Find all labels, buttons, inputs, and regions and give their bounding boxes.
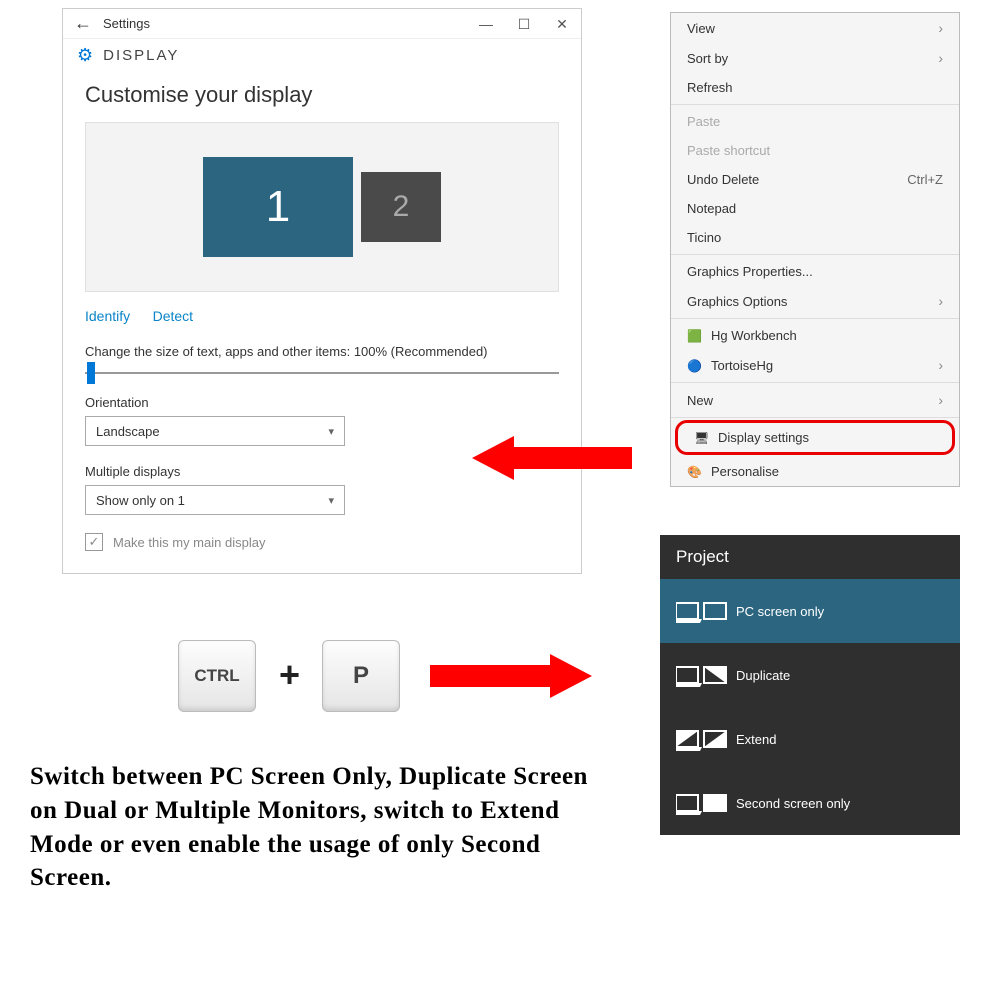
p-key: P [322, 640, 400, 712]
window-title: Settings [103, 16, 467, 31]
pc-screen-only-icon [676, 597, 718, 625]
monitor-2[interactable]: 2 [361, 172, 441, 242]
cm-new[interactable]: New› [671, 385, 959, 415]
header-bar: ⚙ DISPLAY [63, 39, 581, 72]
plus-icon: + [279, 654, 300, 696]
maximize-button[interactable]: ☐ [505, 9, 543, 39]
monitor-1[interactable]: 1 [203, 157, 353, 257]
orientation-label: Orientation [85, 395, 559, 410]
scale-label: Change the size of text, apps and other … [85, 344, 559, 359]
chevron-right-icon: › [938, 293, 943, 309]
cm-ticino[interactable]: Ticino [671, 223, 959, 252]
hg-icon: 🟩 [687, 329, 705, 343]
main-display-checkbox[interactable]: ✓ Make this my main display [85, 533, 559, 551]
project-pc-screen-only[interactable]: PC screen only [660, 579, 960, 643]
chevron-down-icon: ▾ [328, 494, 334, 507]
project-extend[interactable]: Extend [660, 707, 960, 771]
project-title: Project [660, 535, 960, 579]
display-preview: 1 2 [85, 122, 559, 292]
personalise-icon: 🎨 [687, 465, 705, 479]
scale-slider[interactable] [85, 369, 559, 377]
arrow-left-icon [472, 436, 642, 480]
close-button[interactable]: ✕ [543, 9, 581, 39]
checkbox-icon: ✓ [85, 533, 103, 551]
display-icon: 🖥 [694, 431, 712, 445]
project-panel: Project PC screen only Duplicate Extend … [660, 535, 960, 835]
duplicate-icon [676, 661, 718, 689]
cm-hg-workbench[interactable]: 🟩Hg Workbench [671, 321, 959, 350]
orientation-dropdown[interactable]: Landscape ▾ [85, 416, 345, 446]
arrow-right-icon [430, 654, 600, 698]
cm-notepad[interactable]: Notepad [671, 194, 959, 223]
chevron-right-icon: › [938, 392, 943, 408]
cm-graphics-options[interactable]: Graphics Options› [671, 286, 959, 316]
header-title: DISPLAY [103, 47, 179, 64]
multiple-displays-value: Show only on 1 [96, 493, 185, 508]
settings-window: ← Settings — ☐ ✕ ⚙ DISPLAY Customise you… [62, 8, 582, 574]
caption-text: Switch between PC Screen Only, Duplicate… [30, 760, 600, 895]
gear-icon: ⚙ [77, 45, 93, 66]
chevron-right-icon: › [938, 50, 943, 66]
cm-view[interactable]: View› [671, 13, 959, 43]
main-display-label: Make this my main display [113, 535, 265, 550]
section-title: Customise your display [85, 82, 559, 108]
identify-link[interactable]: Identify [85, 308, 130, 324]
cm-graphics-properties[interactable]: Graphics Properties... [671, 257, 959, 286]
chevron-right-icon: › [938, 357, 943, 373]
ctrl-key: CTRL [178, 640, 256, 712]
extend-icon [676, 725, 718, 753]
chevron-right-icon: › [938, 20, 943, 36]
context-menu: View› Sort by› Refresh Paste Paste short… [670, 12, 960, 487]
project-second-screen-only[interactable]: Second screen only [660, 771, 960, 835]
cm-undo-delete[interactable]: Undo DeleteCtrl+Z [671, 165, 959, 194]
cm-personalise[interactable]: 🎨Personalise [671, 457, 959, 486]
cm-paste: Paste [671, 107, 959, 136]
orientation-value: Landscape [96, 424, 160, 439]
cm-paste-shortcut: Paste shortcut [671, 136, 959, 165]
cm-sort[interactable]: Sort by› [671, 43, 959, 73]
cm-tortoisehg[interactable]: 🔵TortoiseHg› [671, 350, 959, 380]
minimize-button[interactable]: — [467, 9, 505, 39]
chevron-down-icon: ▾ [328, 425, 334, 438]
cm-display-settings[interactable]: 🖥Display settings [675, 420, 955, 455]
multiple-displays-dropdown[interactable]: Show only on 1 ▾ [85, 485, 345, 515]
detect-link[interactable]: Detect [153, 308, 193, 324]
back-button[interactable]: ← [63, 13, 103, 34]
project-duplicate[interactable]: Duplicate [660, 643, 960, 707]
second-screen-only-icon [676, 789, 718, 817]
cm-refresh[interactable]: Refresh [671, 73, 959, 102]
titlebar: ← Settings — ☐ ✕ [63, 9, 581, 39]
tortoise-icon: 🔵 [687, 359, 705, 373]
